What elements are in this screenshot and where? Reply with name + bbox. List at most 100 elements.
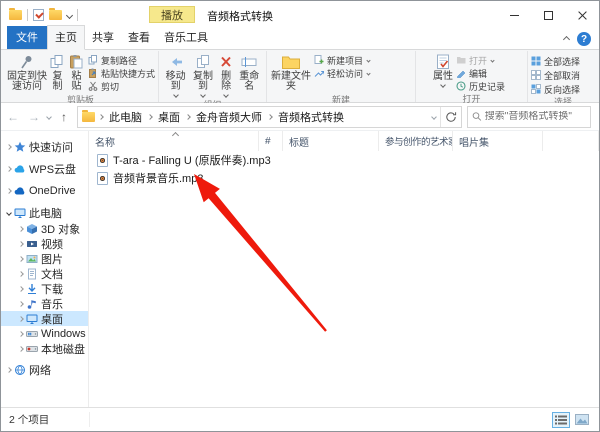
edit-button[interactable]: 编辑 bbox=[456, 67, 505, 79]
new-item-button[interactable]: 新建项目 bbox=[314, 54, 370, 66]
copy-button[interactable]: 复制 bbox=[48, 53, 67, 93]
breadcrumb-jinzhou-audio[interactable]: 金舟音频大师 bbox=[194, 109, 264, 125]
paste-shortcut-button[interactable]: 粘贴快捷方式 bbox=[88, 67, 155, 79]
chevron-right-icon[interactable] bbox=[6, 166, 12, 172]
invert-selection-button[interactable]: 反向选择 bbox=[531, 83, 580, 95]
sidebar-item-drive-d[interactable]: 本地磁盘 (D:) bbox=[1, 341, 88, 356]
drive-icon bbox=[26, 343, 38, 355]
chevron-right-icon[interactable] bbox=[6, 367, 12, 373]
ribbon-group-open: 属性 打开 编辑 历史记录 bbox=[416, 51, 528, 102]
copy-path-button[interactable]: 复制路径 bbox=[88, 54, 155, 66]
chevron-down-icon bbox=[173, 92, 179, 98]
column-header-number[interactable]: # bbox=[259, 131, 283, 151]
minimize-button[interactable] bbox=[497, 1, 531, 29]
ribbon-group-organize: 移动到 复制到 删除 重命名 组织 bbox=[159, 51, 267, 102]
sidebar-item-drive-c[interactable]: Windows (C:) bbox=[1, 326, 88, 341]
maximize-button[interactable] bbox=[531, 1, 565, 29]
breadcrumb-audio-convert[interactable]: 音频格式转换 bbox=[276, 109, 346, 125]
chevron-right-icon[interactable] bbox=[18, 301, 24, 307]
column-header-album[interactable]: 唱片集 bbox=[453, 131, 543, 151]
select-all-button[interactable]: 全部选择 bbox=[531, 55, 580, 67]
easy-access-button[interactable]: 轻松访问 bbox=[314, 67, 370, 79]
copy-to-button[interactable]: 复制到 bbox=[189, 53, 216, 98]
contextual-tab-group-badge[interactable]: 播放 bbox=[149, 6, 195, 23]
sidebar-item-documents[interactable]: 文档 bbox=[1, 266, 88, 281]
address-bar[interactable]: 此电脑 桌面 金舟音频大师 音频格式转换 bbox=[77, 106, 462, 128]
properties-quick-icon[interactable] bbox=[33, 9, 44, 21]
properties-button[interactable]: 属性 bbox=[432, 53, 454, 88]
column-header-title[interactable]: 标题 bbox=[283, 131, 379, 151]
sidebar-item-music[interactable]: 音乐 bbox=[1, 296, 88, 311]
delete-button[interactable]: 删除 bbox=[217, 53, 236, 98]
chevron-right-icon[interactable] bbox=[18, 316, 24, 322]
address-dropdown-chevron-icon[interactable] bbox=[431, 114, 437, 120]
paste-button[interactable]: 粘贴 bbox=[67, 53, 86, 93]
breadcrumb-desktop[interactable]: 桌面 bbox=[156, 109, 182, 125]
sidebar-item-videos[interactable]: 视频 bbox=[1, 236, 88, 251]
tab-home[interactable]: 主页 bbox=[47, 25, 85, 50]
new-folder-quick-icon[interactable] bbox=[49, 10, 62, 20]
back-icon[interactable]: ← bbox=[5, 110, 21, 124]
chevron-right-icon[interactable] bbox=[6, 144, 12, 150]
sidebar-item-3d-objects[interactable]: 3D 对象 bbox=[1, 221, 88, 236]
sidebar-item-pictures[interactable]: 图片 bbox=[1, 251, 88, 266]
move-to-button[interactable]: 移动到 bbox=[162, 53, 189, 98]
quick-access-toolbar bbox=[1, 9, 78, 21]
sort-ascending-icon bbox=[172, 132, 179, 139]
chevron-right-icon[interactable] bbox=[18, 331, 24, 337]
chevron-right-icon[interactable] bbox=[18, 346, 24, 352]
select-none-button[interactable]: 全部取消 bbox=[531, 69, 580, 81]
tab-view[interactable]: 查看 bbox=[121, 26, 157, 49]
search-input[interactable] bbox=[485, 111, 586, 122]
audio-file-icon bbox=[97, 172, 108, 185]
close-button[interactable] bbox=[565, 1, 599, 29]
sidebar-item-wps-cloud[interactable]: WPS云盘 bbox=[1, 160, 88, 177]
up-icon[interactable]: ↑ bbox=[56, 110, 72, 124]
chevron-right-icon[interactable] bbox=[18, 241, 24, 247]
file-row[interactable]: 音频背景音乐.mp3 bbox=[89, 169, 599, 187]
column-header-artists[interactable]: 参与创作的艺术家 bbox=[379, 131, 453, 151]
breadcrumb-this-pc[interactable]: 此电脑 bbox=[107, 109, 144, 125]
history-button[interactable]: 历史记录 bbox=[456, 80, 505, 92]
chevron-right-icon[interactable] bbox=[18, 271, 24, 277]
sidebar-item-desktop[interactable]: 桌面 bbox=[1, 311, 88, 326]
tab-file[interactable]: 文件 bbox=[7, 26, 47, 49]
chevron-right-icon[interactable] bbox=[18, 256, 24, 262]
thumbnail-view-button[interactable] bbox=[573, 412, 591, 428]
window-controls bbox=[497, 1, 599, 29]
pin-to-quick-access-button[interactable]: 固定到快速访问 bbox=[6, 53, 48, 93]
chevron-down-icon[interactable] bbox=[6, 210, 12, 216]
sidebar-item-network[interactable]: 网络 bbox=[1, 361, 88, 378]
search-box[interactable] bbox=[467, 106, 591, 128]
pin-icon bbox=[19, 54, 35, 70]
easy-access-icon bbox=[314, 68, 324, 78]
history-chevron-icon[interactable] bbox=[46, 114, 52, 120]
chevron-right-icon[interactable] bbox=[18, 226, 24, 232]
window-title: 音频格式转换 bbox=[207, 8, 273, 24]
picture-icon bbox=[26, 253, 38, 265]
details-view-button[interactable] bbox=[552, 412, 570, 428]
tab-music-tools[interactable]: 音乐工具 bbox=[157, 26, 215, 49]
cut-button[interactable]: 剪切 bbox=[88, 80, 155, 92]
refresh-icon[interactable] bbox=[445, 111, 457, 123]
ribbon-group-new: 新建文件夹 新建项目 轻松访问 新建 bbox=[267, 51, 416, 102]
rename-button[interactable]: 重命名 bbox=[236, 53, 263, 93]
sidebar-item-quick-access[interactable]: 快速访问 bbox=[1, 138, 88, 155]
file-row[interactable]: T-ara - Falling U (原版伴奏).mp3 bbox=[89, 151, 599, 169]
chevron-down-icon bbox=[223, 92, 229, 98]
sidebar-item-downloads[interactable]: 下载 bbox=[1, 281, 88, 296]
chevron-right-icon[interactable] bbox=[18, 286, 24, 292]
forward-icon[interactable]: → bbox=[26, 110, 42, 124]
open-button[interactable]: 打开 bbox=[456, 54, 505, 66]
tab-share[interactable]: 共享 bbox=[85, 26, 121, 49]
column-header-name[interactable]: 名称 bbox=[89, 131, 259, 151]
help-icon[interactable]: ? bbox=[577, 32, 591, 46]
sidebar-item-onedrive[interactable]: OneDrive bbox=[1, 182, 88, 199]
collapse-ribbon-icon[interactable] bbox=[563, 35, 570, 42]
chevron-right-icon[interactable] bbox=[6, 188, 12, 194]
customize-qat-chevron-icon[interactable] bbox=[66, 11, 73, 18]
sidebar-item-this-pc[interactable]: 此电脑 bbox=[1, 204, 88, 221]
separator bbox=[77, 9, 78, 21]
status-bar: 2 个项目 bbox=[1, 407, 599, 431]
new-folder-button[interactable]: 新建文件夹 bbox=[270, 53, 312, 93]
